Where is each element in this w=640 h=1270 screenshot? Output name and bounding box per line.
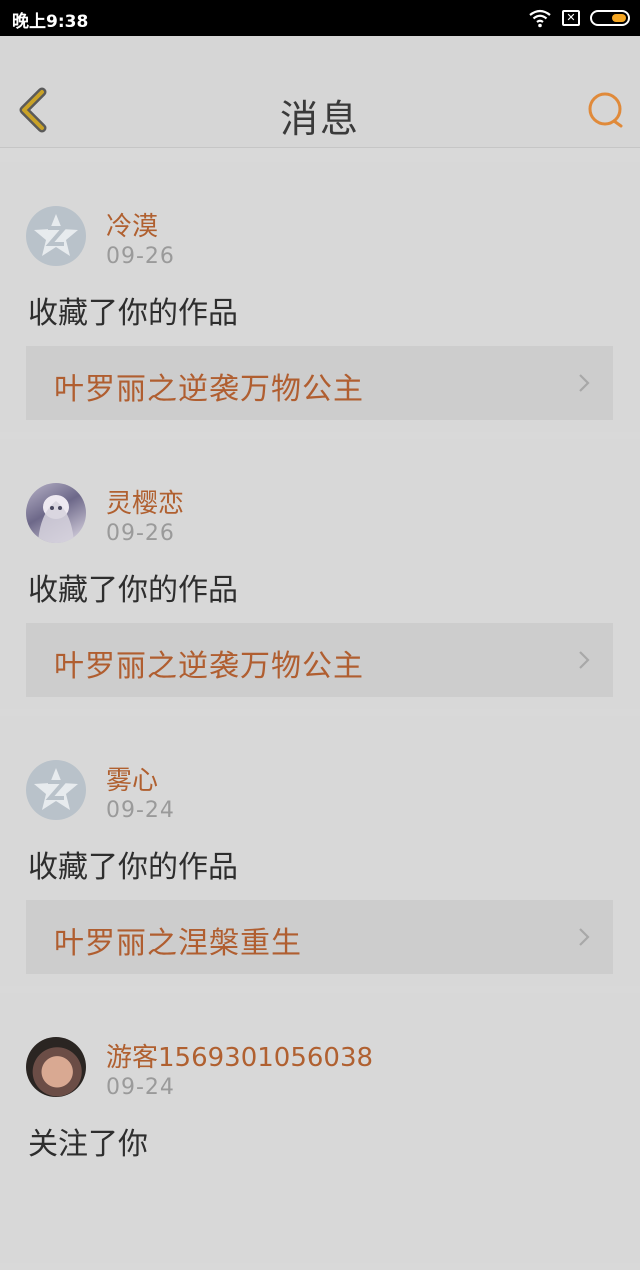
wifi-icon (529, 9, 551, 28)
default-avatar-icon[interactable] (26, 206, 86, 266)
message-username[interactable]: 雾心 (106, 760, 158, 797)
top-app-bar: 消息 (0, 36, 640, 148)
message-username[interactable]: 灵樱恋 (106, 483, 184, 520)
status-bar: 晚上9:38 ✕ (0, 0, 640, 36)
chevron-right-icon (579, 928, 590, 946)
search-icon[interactable] (586, 90, 626, 130)
work-link[interactable]: 叶罗丽之逆袭万物公主 (26, 346, 613, 420)
message-item[interactable]: 冷漠 09-26 收藏了你的作品 叶罗丽之逆袭万物公主 (0, 162, 640, 432)
message-item[interactable]: 游客1569301056038 09-24 关注了你 (0, 993, 640, 1263)
battery-icon (590, 10, 630, 26)
message-list: 冷漠 09-26 收藏了你的作品 叶罗丽之逆袭万物公主 灵樱恋 09-26 收藏… (0, 162, 640, 1270)
message-action-text: 收藏了你的作品 (28, 296, 238, 331)
message-item[interactable]: 灵樱恋 09-26 收藏了你的作品 叶罗丽之逆袭万物公主 (0, 439, 640, 709)
work-link[interactable]: 叶罗丽之逆袭万物公主 (26, 623, 613, 697)
message-date: 09-24 (106, 798, 175, 823)
message-action-text: 收藏了你的作品 (28, 850, 238, 885)
chevron-right-icon (579, 651, 590, 669)
work-link[interactable]: 叶罗丽之涅槃重生 (26, 900, 613, 974)
message-action-text: 关注了你 (28, 1127, 148, 1162)
message-username[interactable]: 游客1569301056038 (106, 1037, 373, 1074)
message-date: 09-24 (106, 1075, 175, 1100)
no-sim-icon: ✕ (562, 10, 580, 26)
message-username[interactable]: 冷漠 (106, 206, 158, 243)
status-time: 晚上9:38 (12, 12, 89, 32)
message-item[interactable]: 雾心 09-24 收藏了你的作品 叶罗丽之涅槃重生 (0, 716, 640, 986)
work-title: 叶罗丽之逆袭万物公主 (54, 372, 364, 407)
message-action-text: 收藏了你的作品 (28, 573, 238, 608)
work-title: 叶罗丽之涅槃重生 (54, 926, 302, 961)
work-title: 叶罗丽之逆袭万物公主 (54, 649, 364, 684)
chevron-right-icon (579, 374, 590, 392)
message-date: 09-26 (106, 244, 175, 269)
page-title: 消息 (279, 97, 360, 141)
message-date: 09-26 (106, 521, 175, 546)
anime-avatar[interactable] (26, 483, 86, 543)
default-avatar-icon[interactable] (26, 760, 86, 820)
baby-photo-avatar[interactable] (26, 1037, 86, 1097)
status-icons: ✕ (528, 7, 630, 29)
